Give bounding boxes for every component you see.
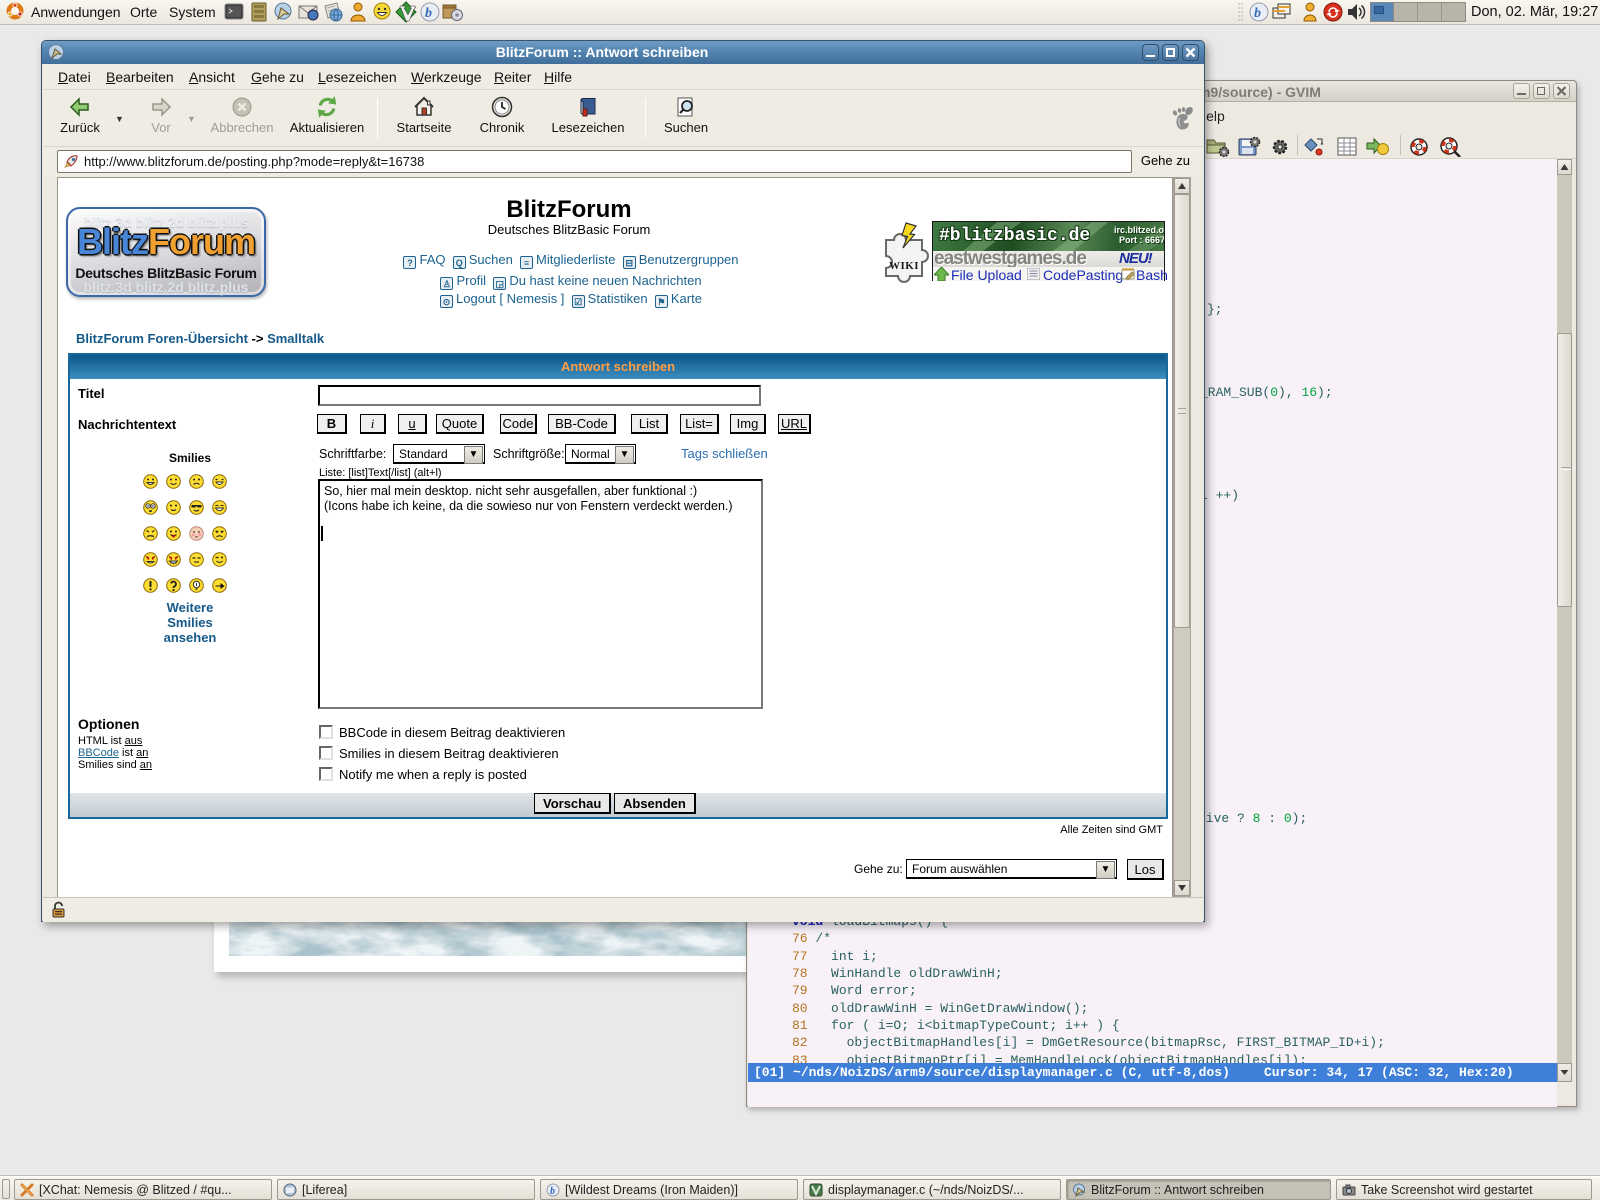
svg-text:b: b	[1254, 6, 1261, 21]
svg-text:b: b	[550, 1186, 555, 1197]
svg-text:WIKI: WIKI	[889, 260, 919, 272]
svg-text:b: b	[425, 6, 432, 21]
